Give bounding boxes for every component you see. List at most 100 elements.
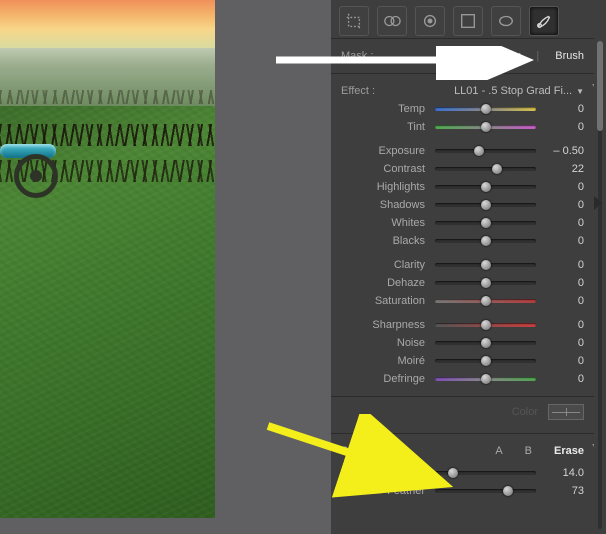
brush-label: Brush : (341, 445, 376, 457)
slider-label: Defringe (341, 373, 427, 385)
slider-track[interactable] (435, 281, 536, 285)
slider-value[interactable]: 73 (544, 485, 584, 497)
tool-strip (331, 0, 606, 39)
slider-thumb[interactable] (481, 296, 491, 306)
slider-label: Contrast (341, 163, 427, 175)
slider-clarity[interactable]: Clarity 0 (341, 256, 584, 274)
slider-label: Shadows (341, 199, 427, 211)
slider-whites[interactable]: Whites0 (341, 214, 584, 232)
slider-noise[interactable]: Noise 0 (341, 334, 584, 352)
slider-thumb[interactable] (481, 374, 491, 384)
effect-preset-dropdown[interactable]: LL01 - .5 Stop Grad Fi... ▼ (454, 85, 584, 97)
slider-value[interactable]: 0 (544, 181, 584, 193)
slider-thumb[interactable] (503, 486, 513, 496)
slider-track[interactable] (435, 471, 536, 475)
slider-thumb[interactable] (481, 320, 491, 330)
slider-thumb[interactable] (481, 278, 491, 288)
slider-value[interactable]: 22 (544, 163, 584, 175)
slider-label: Sharpness (341, 319, 427, 331)
slider-label: Temp (341, 103, 427, 115)
slider-thumb[interactable] (474, 146, 484, 156)
slider-track[interactable] (435, 323, 536, 327)
slider-exposure[interactable]: Exposure – 0.50 (341, 142, 584, 160)
slider-contrast[interactable]: Contrast 22 (341, 160, 584, 178)
mask-status[interactable]: New (498, 50, 520, 62)
slider-thumb[interactable] (481, 182, 491, 192)
slider-value[interactable]: 14.0 (544, 467, 584, 479)
brush-tab-b[interactable]: B (525, 445, 532, 457)
slider-thumb[interactable] (481, 356, 491, 366)
slider-track[interactable] (435, 107, 536, 111)
slider-thumb[interactable] (481, 104, 491, 114)
slider-thumb[interactable] (481, 338, 491, 348)
slider-tint[interactable]: Tint 0 (341, 118, 584, 136)
slider-track[interactable] (435, 239, 536, 243)
brush-tab-a[interactable]: A (495, 445, 502, 457)
slider-value[interactable]: 0 (544, 121, 584, 133)
slider-track[interactable] (435, 203, 536, 207)
slider-value[interactable]: 0 (544, 373, 584, 385)
slider-value[interactable]: 0 (544, 319, 584, 331)
spot-tool[interactable] (377, 6, 407, 36)
panel-expand-icon[interactable] (594, 196, 602, 210)
slider-sharpness[interactable]: Sharpness 0 (341, 316, 584, 334)
slider-track[interactable] (435, 167, 536, 171)
slider-value[interactable]: 0 (544, 295, 584, 307)
slider-track[interactable] (435, 185, 536, 189)
slider-value[interactable]: 0 (544, 217, 584, 229)
slider-blacks[interactable]: Blacks0 (341, 232, 584, 250)
slider-feather[interactable]: Feather 73 (341, 482, 584, 500)
slider-label: Exposure (341, 145, 427, 157)
slider-thumb[interactable] (481, 200, 491, 210)
slider-thumb[interactable] (481, 218, 491, 228)
color-swatch[interactable] (548, 404, 584, 420)
slider-value[interactable]: – 0.50 (544, 145, 584, 157)
panel-scrollbar[interactable] (594, 5, 606, 529)
slider-thumb[interactable] (448, 468, 458, 478)
slider-label: Saturation (341, 295, 427, 307)
slider-thumb[interactable] (481, 122, 491, 132)
slider-value[interactable]: 0 (544, 235, 584, 247)
slider-dehaze[interactable]: Dehaze0 (341, 274, 584, 292)
brush-tool[interactable] (529, 6, 559, 36)
slider-value[interactable]: 0 (544, 277, 584, 289)
slider-saturation[interactable]: Saturation 0 (341, 292, 584, 310)
slider-track[interactable] (435, 149, 536, 153)
slider-shadows[interactable]: Shadows 0 (341, 196, 584, 214)
slider-value[interactable]: 0 (544, 337, 584, 349)
slider-label: Tint (341, 121, 427, 133)
slider-value[interactable]: 0 (544, 103, 584, 115)
slider-track[interactable] (435, 299, 536, 303)
crop-tool[interactable] (339, 6, 369, 36)
slider-size[interactable]: Size 14.0 (341, 464, 584, 482)
brush-tab-erase[interactable]: Erase (554, 445, 584, 457)
color-label: Color (512, 406, 538, 418)
slider-highlights[interactable]: Highlights0 (341, 178, 584, 196)
slider-track[interactable] (435, 263, 536, 267)
mask-brush-toggle[interactable]: Brush (555, 50, 584, 62)
slider-label: Size (341, 467, 427, 479)
radial-tool[interactable] (491, 6, 521, 36)
slider-label: Clarity (341, 259, 427, 271)
slider-label: Noise (341, 337, 427, 349)
slider-value[interactable]: 0 (544, 259, 584, 271)
slider-label: Feather (341, 485, 427, 497)
slider-thumb[interactable] (481, 260, 491, 270)
slider-track[interactable] (435, 221, 536, 225)
slider-track[interactable] (435, 125, 536, 129)
slider-track[interactable] (435, 377, 536, 381)
slider-value[interactable]: 0 (544, 355, 584, 367)
slider-track[interactable] (435, 341, 536, 345)
slider-track[interactable] (435, 359, 536, 363)
slider-thumb[interactable] (492, 164, 502, 174)
gradient-tool[interactable] (453, 6, 483, 36)
slider-value[interactable]: 0 (544, 199, 584, 211)
slider-temp[interactable]: Temp 0 (341, 100, 584, 118)
slider-defringe[interactable]: Defringe 0 (341, 370, 584, 388)
slider-moiré[interactable]: Moiré 0 (341, 352, 584, 370)
slider-thumb[interactable] (481, 236, 491, 246)
color-row: Color (331, 397, 606, 434)
slider-label: Moiré (341, 355, 427, 367)
redeye-tool[interactable] (415, 6, 445, 36)
slider-track[interactable] (435, 489, 536, 493)
